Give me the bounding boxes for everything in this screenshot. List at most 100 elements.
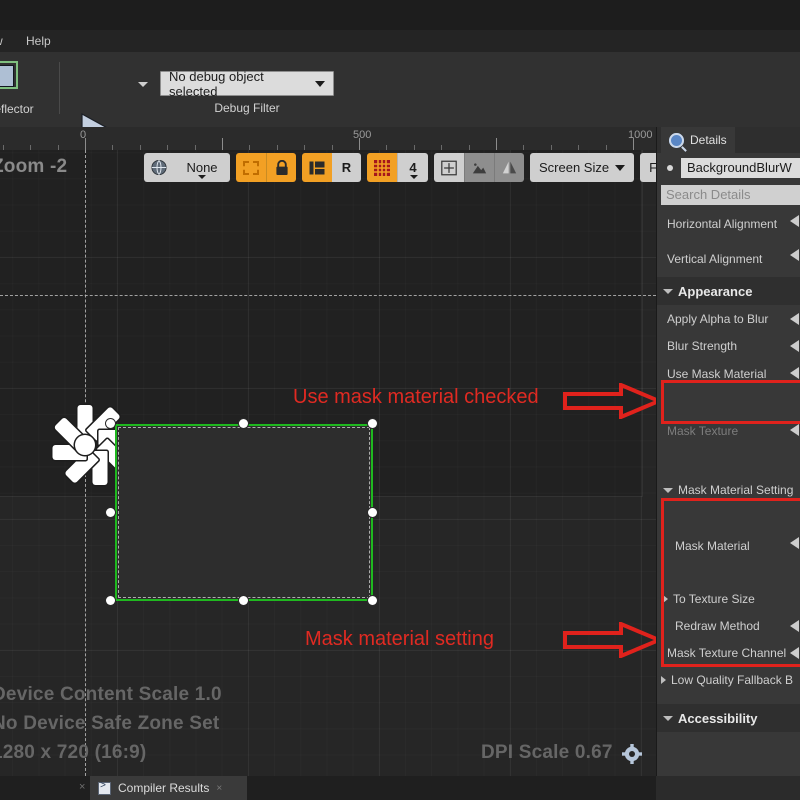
bottom-tabbar: × Compiler Results × bbox=[0, 776, 656, 800]
property-row[interactable]: Vertical Alignment bbox=[657, 241, 800, 277]
property-value-arrow-icon[interactable] bbox=[790, 537, 799, 549]
property-row[interactable]: Redraw Method bbox=[657, 612, 800, 639]
property-row[interactable]: To Texture Size bbox=[657, 585, 800, 612]
menu-bar: w Help bbox=[0, 30, 800, 53]
details-panel: Details BackgroundBlurW Search Details H… bbox=[656, 127, 800, 776]
resize-handle-bottom-center[interactable] bbox=[239, 596, 248, 605]
image-preview-button[interactable] bbox=[464, 153, 494, 182]
object-bullet-icon bbox=[667, 165, 673, 171]
property-value-arrow-icon[interactable] bbox=[790, 424, 799, 436]
search-details-input[interactable]: Search Details bbox=[661, 185, 800, 205]
lock-button[interactable] bbox=[266, 153, 296, 182]
selected-object-name[interactable]: BackgroundBlurW bbox=[681, 158, 800, 178]
property-label: Redraw Method bbox=[675, 618, 760, 633]
debug-object-dropdown[interactable]: No debug object selected bbox=[160, 68, 334, 99]
expand-triangle-icon[interactable] bbox=[663, 594, 668, 603]
property-label: Mask Texture bbox=[667, 423, 739, 438]
ruler-label-1000: 1000 bbox=[628, 129, 653, 141]
ruler-tick bbox=[496, 138, 497, 150]
property-value-arrow-icon[interactable] bbox=[790, 340, 799, 352]
designer-canvas[interactable]: Use mask material checked Mask material … bbox=[0, 150, 656, 776]
globe-icon bbox=[151, 159, 167, 176]
tab-compiler-results[interactable]: Compiler Results × bbox=[90, 776, 247, 800]
horizontal-ruler[interactable]: 0 500 1000 bbox=[0, 127, 656, 151]
screen-size-dropdown[interactable]: Screen Size bbox=[530, 153, 635, 182]
expand-triangle-icon[interactable] bbox=[661, 676, 666, 684]
resize-handle-top-right[interactable] bbox=[368, 419, 377, 428]
property-row[interactable]: Use Mask Material bbox=[657, 359, 800, 388]
resize-handle-bottom-left[interactable] bbox=[106, 596, 115, 605]
property-value-arrow-icon[interactable] bbox=[790, 647, 799, 659]
debug-object-value: No debug object selected bbox=[169, 68, 264, 99]
property-value-arrow-icon[interactable] bbox=[790, 367, 799, 379]
globe-button[interactable] bbox=[144, 153, 174, 182]
mirror-button[interactable] bbox=[494, 153, 524, 182]
property-row[interactable]: Mask Texture Channel bbox=[657, 639, 800, 666]
property-label: Blur Strength bbox=[667, 338, 738, 353]
property-value-arrow-icon[interactable] bbox=[790, 313, 799, 325]
anchor-medallion-icon[interactable] bbox=[45, 405, 133, 485]
menu-item-help[interactable]: Help bbox=[26, 33, 51, 49]
property-spacer bbox=[657, 507, 800, 529]
compiler-results-label: Compiler Results bbox=[118, 781, 210, 795]
outline-lock-group bbox=[236, 153, 296, 182]
property-row[interactable]: Mask Material bbox=[657, 529, 800, 563]
locale-dropdown[interactable]: None bbox=[174, 153, 230, 182]
property-label: Vertical Alignment bbox=[667, 252, 763, 266]
image-icon bbox=[472, 161, 487, 174]
chevron-down-icon bbox=[315, 80, 325, 87]
property-value-arrow-icon[interactable] bbox=[790, 215, 799, 227]
property-label: Appearance bbox=[678, 283, 753, 299]
close-icon[interactable]: × bbox=[216, 783, 222, 794]
gear-icon[interactable] bbox=[622, 744, 642, 764]
property-value-arrow-icon[interactable] bbox=[790, 620, 799, 632]
property-row[interactable]: Mask Material Setting bbox=[657, 473, 800, 507]
tab-details[interactable]: Details bbox=[661, 127, 735, 153]
resize-handle-bottom-right[interactable] bbox=[368, 596, 377, 605]
property-value-arrow-icon[interactable] bbox=[790, 249, 799, 261]
main-toolbar: eflector Play No debug object selected D… bbox=[0, 52, 800, 167]
size-to-content-button[interactable] bbox=[434, 153, 464, 182]
resize-handle-middle-left[interactable] bbox=[106, 508, 115, 517]
dpi-scale-label: DPI Scale 0.67 bbox=[481, 742, 613, 763]
device-content-scale-label: Device Content Scale 1.0 bbox=[0, 684, 222, 705]
grid-snap-button[interactable] bbox=[367, 153, 397, 182]
tab-left-close-icon[interactable]: × bbox=[79, 781, 85, 793]
resize-handle-top-center[interactable] bbox=[239, 419, 248, 428]
designer-toolbar: None R 4 Screen Size bbox=[144, 153, 742, 182]
property-row[interactable]: Blur Strength bbox=[657, 332, 800, 359]
collapse-triangle-icon[interactable] bbox=[663, 487, 673, 493]
resize-handle-top-left[interactable] bbox=[106, 419, 115, 428]
grid-size-value: 4 bbox=[409, 160, 417, 175]
collapse-triangle-icon[interactable] bbox=[663, 715, 673, 721]
window-titlebar bbox=[0, 0, 800, 30]
property-spacer bbox=[657, 563, 800, 585]
selected-widget-outline[interactable] bbox=[115, 424, 373, 601]
ruler-tick bbox=[85, 138, 86, 150]
property-row[interactable]: Horizontal Alignment bbox=[657, 207, 800, 241]
search-details-placeholder: Search Details bbox=[666, 187, 751, 202]
property-label: Low Quality Fallback B bbox=[671, 673, 794, 687]
property-row[interactable]: Low Quality Fallback B bbox=[657, 666, 800, 694]
collapse-triangle-icon[interactable] bbox=[663, 288, 673, 294]
locale-value: None bbox=[186, 160, 218, 175]
bottom-right-strip bbox=[656, 776, 800, 800]
resolution-label: 1280 x 720 (16:9) bbox=[0, 742, 147, 763]
dashed-outline-button[interactable] bbox=[236, 153, 266, 182]
grid-size-dropdown[interactable]: 4 bbox=[397, 153, 428, 182]
screen-size-group: Screen Size bbox=[530, 153, 635, 182]
layout-button[interactable] bbox=[302, 153, 332, 182]
widget-reflector-button[interactable] bbox=[0, 58, 32, 102]
r-button[interactable]: R bbox=[332, 153, 361, 182]
property-spacer bbox=[657, 388, 800, 416]
lock-icon bbox=[275, 159, 288, 175]
property-row[interactable]: Apply Alpha to Blur bbox=[657, 305, 800, 332]
property-row[interactable]: Mask Texture bbox=[657, 416, 800, 445]
property-row[interactable]: Accessibility bbox=[657, 704, 800, 732]
play-options-caret-icon[interactable] bbox=[138, 82, 148, 87]
details-tabstrip: Details bbox=[657, 127, 800, 153]
widget-reflector-label: eflector bbox=[0, 102, 34, 116]
resize-handle-middle-right[interactable] bbox=[368, 508, 377, 517]
property-row[interactable]: Appearance bbox=[657, 277, 800, 305]
menu-item-window[interactable]: w bbox=[0, 33, 3, 49]
